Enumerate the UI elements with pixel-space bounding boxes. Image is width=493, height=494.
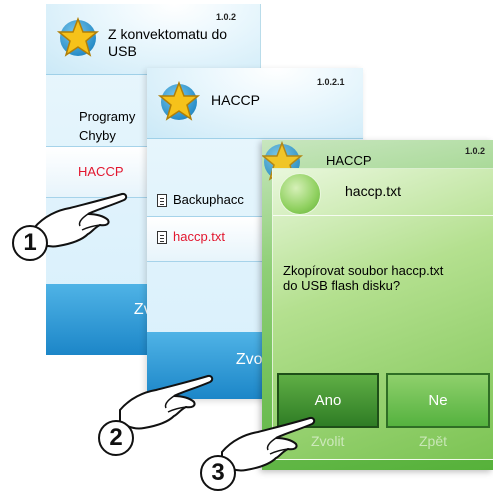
page-title: Z konvektomatu do USB — [108, 26, 228, 59]
dialog-message-line-1: Zkopírovat soubor haccp.txt — [283, 263, 444, 278]
file-icon — [157, 231, 167, 244]
page-title: HACCP — [326, 153, 372, 168]
menu-item-chyby[interactable]: Chyby — [79, 128, 116, 143]
no-button[interactable]: Ne — [386, 373, 490, 428]
dialog-title: haccp.txt — [345, 183, 402, 199]
menu-item-haccp: HACCP — [78, 164, 124, 179]
header: 1.0.2.1 HACCP — [147, 68, 363, 139]
file-item-backup[interactable]: Backuphacc — [173, 192, 244, 207]
file-icon — [157, 194, 167, 207]
step-3-badge: 3 — [200, 455, 236, 491]
file-item-haccp: haccp.txt — [173, 229, 226, 244]
version-label: 1.0.2 — [465, 146, 486, 156]
page-title: HACCP — [211, 92, 261, 108]
dialog-icon — [279, 173, 321, 215]
menu-item-programy[interactable]: Programy — [79, 109, 135, 124]
step-2-badge: 2 — [98, 420, 134, 456]
app-logo — [56, 16, 100, 57]
app-logo — [157, 80, 201, 121]
star-icon — [56, 16, 100, 57]
version-label: 1.0.2.1 — [317, 77, 345, 87]
step-1-badge: 1 — [12, 225, 48, 261]
version-label: 1.0.2 — [216, 12, 237, 22]
dialog-header: haccp.txt — [273, 169, 493, 216]
dialog-message-line-2: do USB flash disku? — [283, 278, 401, 293]
star-icon — [157, 80, 201, 121]
behind-back-label: Zpět — [419, 433, 448, 449]
header: 1.0.2 Z konvektomatu do USB — [46, 4, 260, 75]
